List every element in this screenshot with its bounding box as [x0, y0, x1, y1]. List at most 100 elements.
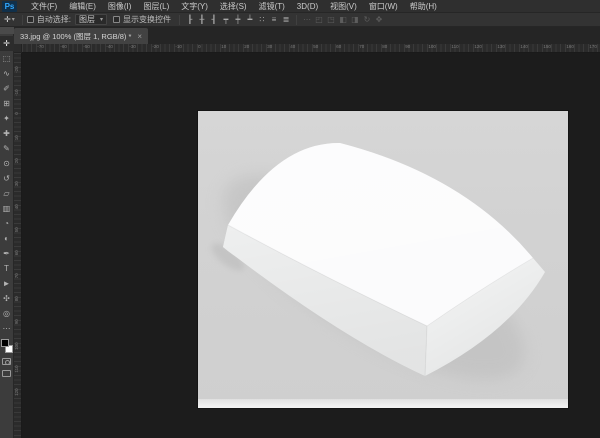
quick-mask-button[interactable] — [2, 358, 11, 365]
foreground-color-swatch[interactable] — [1, 339, 9, 347]
tool-preset-caret-icon[interactable]: ▾ — [12, 16, 15, 23]
ruler-tick-label: -60 — [60, 44, 67, 49]
3d-mode-scale-icon[interactable]: ↻ — [361, 13, 373, 26]
ruler-tick-label: 20 — [14, 158, 19, 163]
show-transform-checkbox[interactable] — [113, 16, 120, 23]
auto-select-option[interactable]: 自动选择: — [27, 14, 71, 25]
3d-mode-drag-icon[interactable]: ◧ — [337, 13, 349, 26]
path-selection-tool[interactable]: ► — [0, 276, 14, 291]
ruler-tick-label: 80 — [14, 296, 19, 301]
edit-toolbar-button[interactable]: ⋯ — [0, 321, 14, 336]
gradient-tool[interactable]: ▥ — [0, 201, 14, 216]
brush-tool[interactable]: ✎ — [0, 141, 14, 156]
menu-item[interactable]: 帮助(H) — [404, 0, 443, 13]
ruler-tick-label: 70 — [14, 273, 19, 278]
ruler-tick-label: 70 — [359, 44, 364, 49]
align-vertical-centers-icon[interactable]: ┿ — [232, 13, 244, 26]
ruler-tick-label: 10 — [14, 135, 19, 140]
eyedropper-tool[interactable]: ✦ — [0, 111, 14, 126]
spot-healing-brush-tool[interactable]: ✚ — [0, 126, 14, 141]
separator — [22, 15, 23, 25]
floor-band — [198, 399, 568, 408]
pen-tool[interactable]: ✒ — [0, 246, 14, 261]
quick-selection-tool[interactable]: ✐ — [0, 81, 14, 96]
color-swatches[interactable] — [1, 339, 13, 353]
ruler-tick-label: -10 — [14, 89, 19, 96]
auto-align-icon[interactable]: ⋯ — [301, 13, 313, 26]
dodge-tool[interactable]: ◐ — [0, 231, 14, 246]
ruler-tick-label: 100 — [14, 342, 19, 350]
ruler-tick-label: 130 — [497, 44, 505, 49]
menu-list: 文件(F)编辑(E)图像(I)图层(L)文字(Y)选择(S)滤镜(T)3D(D)… — [25, 0, 443, 13]
distribute-right-icon[interactable]: ≣ — [280, 13, 292, 26]
menu-bar: Ps 文件(F)编辑(E)图像(I)图层(L)文字(Y)选择(S)滤镜(T)3D… — [0, 0, 600, 13]
align-top-edges-icon[interactable]: ┯ — [220, 13, 232, 26]
separator — [179, 15, 180, 25]
blur-tool[interactable]: ◔ — [0, 216, 14, 231]
marquee-tool[interactable]: ⬚ — [0, 51, 14, 66]
ruler-tick-label: 160 — [566, 44, 574, 49]
extra-icons-group: ⋯◰◳◧◨↻✥ — [301, 13, 385, 26]
auto-select-label: 自动选择: — [37, 14, 71, 25]
zoom-tool[interactable]: ◎ — [0, 306, 14, 321]
ruler-tick-label: 90 — [405, 44, 410, 49]
menu-item[interactable]: 选择(S) — [214, 0, 253, 13]
ruler-tick-label: 120 — [474, 44, 482, 49]
chevron-down-icon: ▾ — [100, 16, 103, 23]
align-bottom-edges-icon[interactable]: ┷ — [244, 13, 256, 26]
ruler-tick-label: 150 — [543, 44, 551, 49]
crop-tool[interactable]: ⊞ — [0, 96, 14, 111]
ruler-tick-label: 40 — [290, 44, 295, 49]
align-left-edges-icon[interactable]: ┠ — [184, 13, 196, 26]
canvas-image[interactable] — [198, 111, 568, 408]
auto-select-target-dropdown[interactable]: 图层 ▾ — [75, 14, 107, 25]
auto-select-target-value: 图层 — [79, 14, 95, 25]
lasso-tool[interactable]: ∿ — [0, 66, 14, 81]
distribute-left-icon[interactable]: ∷ — [256, 13, 268, 26]
3d-mode-roll-icon[interactable]: ◳ — [325, 13, 337, 26]
eraser-tool[interactable]: ▱ — [0, 186, 14, 201]
ruler-origin-corner[interactable] — [14, 44, 22, 53]
document-tab[interactable]: 33.jpg @ 100% (图层 1, RGB/8) * × — [14, 28, 148, 44]
document-tab-bar: 33.jpg @ 100% (图层 1, RGB/8) * × — [14, 27, 600, 44]
menu-item[interactable]: 图层(L) — [137, 0, 175, 13]
vertical-ruler[interactable]: -20-100102030405060708090100110120 — [14, 53, 22, 438]
ruler-tick-label: 100 — [428, 44, 436, 49]
move-tool[interactable]: ✛ — [0, 36, 14, 51]
ruler-tick-label: 90 — [14, 319, 19, 324]
ruler-tick-label: 0 — [198, 44, 201, 49]
clone-stamp-tool[interactable]: ⊙ — [0, 156, 14, 171]
history-brush-tool[interactable]: ↺ — [0, 171, 14, 186]
menu-item[interactable]: 图像(I) — [102, 0, 138, 13]
screen-mode-button[interactable] — [2, 370, 11, 377]
align-right-edges-icon[interactable]: ┨ — [208, 13, 220, 26]
hand-tool[interactable]: ✣ — [0, 291, 14, 306]
menu-item[interactable]: 滤镜(T) — [253, 0, 291, 13]
auto-select-checkbox[interactable] — [27, 16, 34, 23]
photoshop-logo-icon: Ps — [2, 1, 17, 12]
menu-item[interactable]: 窗口(W) — [363, 0, 404, 13]
show-transform-label: 显示变换控件 — [123, 14, 171, 25]
menu-item[interactable]: 文字(Y) — [175, 0, 214, 13]
collapse-panel-handle[interactable] — [0, 27, 14, 34]
horizontal-ruler[interactable]: -70-60-50-40-30-20-100102030405060708090… — [22, 44, 600, 53]
document-tab-title: 33.jpg @ 100% (图层 1, RGB/8) * — [20, 31, 131, 42]
type-tool[interactable]: T — [0, 261, 14, 276]
ruler-tick-label: -40 — [106, 44, 113, 49]
menu-item[interactable]: 编辑(E) — [63, 0, 102, 13]
ruler-tick-label: 50 — [14, 227, 19, 232]
ruler-tick-label: -70 — [37, 44, 44, 49]
ruler-tick-label: 120 — [14, 388, 19, 396]
close-icon[interactable]: × — [137, 32, 142, 41]
show-transform-option[interactable]: 显示变换控件 — [113, 14, 171, 25]
ruler-tick-label: 110 — [451, 44, 458, 49]
menu-item[interactable]: 3D(D) — [291, 0, 324, 13]
menu-item[interactable]: 视图(V) — [324, 0, 363, 13]
menu-item[interactable]: 文件(F) — [25, 0, 63, 13]
options-bar: ✛ ▾ 自动选择: 图层 ▾ 显示变换控件 ┠╂┨┯┿┷∷≡≣ ⋯◰◳◧◨↻✥ — [0, 13, 600, 27]
distribute-centers-icon[interactable]: ≡ — [268, 13, 280, 26]
3d-mode-rotate-icon[interactable]: ◰ — [313, 13, 325, 26]
align-horizontal-centers-icon[interactable]: ╂ — [196, 13, 208, 26]
workspace-icon[interactable]: ✥ — [373, 13, 385, 26]
3d-mode-slide-icon[interactable]: ◨ — [349, 13, 361, 26]
